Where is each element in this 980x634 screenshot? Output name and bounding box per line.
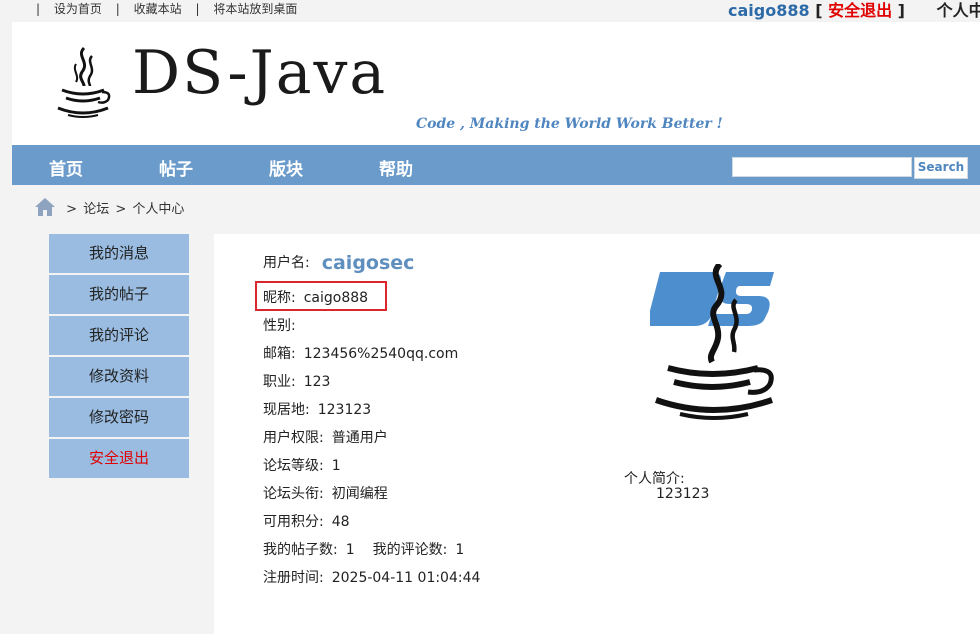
site-slogan: Code , Making the World Work Better !: [416, 116, 723, 132]
java-cup-icon: [54, 46, 112, 122]
bio-value: 123123: [656, 486, 710, 502]
comments-value: 1: [455, 542, 465, 558]
row-title: 论坛头衔: 初闻编程: [263, 483, 388, 503]
user-status: caigo888 [ 安全退出 ] 个人中心: [728, 0, 980, 21]
breadcrumb: > 论坛 > 个人中心: [34, 197, 186, 221]
home-icon[interactable]: [34, 197, 56, 221]
row-gender: 性别:: [263, 315, 304, 335]
breadcrumb-separator: >: [66, 202, 78, 217]
logout-link[interactable]: 安全退出: [828, 1, 892, 20]
points-label: 可用积分:: [263, 514, 324, 530]
nav-boards[interactable]: 版块: [269, 155, 303, 180]
current-username[interactable]: caigo888: [728, 1, 810, 20]
gender-label: 性别:: [263, 318, 296, 334]
level-value: 1: [331, 458, 341, 474]
location-label: 现居地:: [263, 402, 310, 418]
search-button[interactable]: Search: [914, 157, 968, 179]
bio-label: 个人简介:: [624, 471, 685, 487]
email-label: 邮箱:: [263, 346, 296, 362]
site-header: DS-Java Code , Making the World Work Bet…: [12, 22, 980, 145]
row-job: 职业: 123: [263, 371, 330, 391]
permission-label: 用户权限:: [263, 430, 324, 446]
permission-value: 普通用户: [331, 430, 388, 446]
comments-label: 我的评论数:: [372, 542, 448, 558]
top-links: | 设为首页 | 收藏本站 | 将本站放到桌面: [36, 0, 297, 17]
sidebar-item-my-comments[interactable]: 我的评论: [49, 316, 189, 355]
main-nav: 首页 帖子 版块 帮助 Search: [12, 145, 980, 185]
register-value: 2025-04-11 01:04:44: [331, 570, 481, 586]
row-nickname: 昵称: caigo888: [255, 281, 387, 311]
nav-help[interactable]: 帮助: [379, 155, 413, 180]
row-register: 注册时间: 2025-04-11 01:04:44: [263, 567, 480, 587]
username-value: caigosec: [321, 252, 415, 274]
email-value: 123456%2540qq.com: [303, 346, 459, 362]
row-level: 论坛等级: 1: [263, 455, 341, 475]
bookmark-link[interactable]: 收藏本站: [134, 0, 182, 17]
desktop-shortcut-link[interactable]: 将本站放到桌面: [213, 0, 297, 17]
row-email: 邮箱: 123456%2540qq.com: [263, 343, 458, 363]
title-value: 初闻编程: [331, 486, 388, 502]
user-center-link[interactable]: 个人中心: [937, 1, 980, 20]
avatar: [646, 261, 780, 433]
sidebar: 我的消息 我的帖子 我的评论 修改资料 修改密码 安全退出: [49, 234, 189, 480]
search-input[interactable]: [732, 157, 912, 177]
sidebar-item-messages[interactable]: 我的消息: [49, 234, 189, 273]
row-permission: 用户权限: 普通用户: [263, 427, 388, 447]
nav-posts[interactable]: 帖子: [159, 155, 193, 180]
row-counts: 我的帖子数: 1 我的评论数: 1: [263, 539, 464, 559]
row-points: 可用积分: 48: [263, 511, 350, 531]
bracket-close: ]: [897, 1, 905, 20]
title-label: 论坛头衔:: [263, 486, 324, 502]
profile-panel: 用户名: caigosec 昵称: caigo888 性别: 邮箱: 123456%2…: [214, 234, 980, 634]
separator: |: [36, 2, 41, 16]
sidebar-item-logout[interactable]: 安全退出: [49, 439, 189, 478]
nav-home[interactable]: 首页: [49, 155, 83, 180]
row-username: 用户名: caigosec: [263, 252, 414, 274]
posts-label: 我的帖子数:: [263, 542, 338, 558]
job-label: 职业:: [263, 374, 296, 390]
sidebar-item-my-posts[interactable]: 我的帖子: [49, 275, 189, 314]
posts-value: 1: [345, 542, 355, 558]
set-home-link[interactable]: 设为首页: [54, 0, 102, 17]
sidebar-item-edit-profile[interactable]: 修改资料: [49, 357, 189, 396]
site-logo-text[interactable]: DS-Java: [132, 38, 387, 108]
bracket-open: [: [815, 1, 823, 20]
highlight-box: [255, 281, 387, 311]
location-value: 123123: [317, 402, 372, 418]
register-label: 注册时间:: [263, 570, 324, 586]
breadcrumb-forum[interactable]: 论坛: [83, 202, 109, 217]
job-value: 123: [303, 374, 331, 390]
separator: |: [195, 2, 200, 16]
separator: |: [115, 2, 120, 16]
breadcrumb-separator: >: [115, 202, 127, 217]
username-label: 用户名:: [263, 255, 310, 271]
sidebar-item-change-password[interactable]: 修改密码: [49, 398, 189, 437]
top-bar: | 设为首页 | 收藏本站 | 将本站放到桌面 caigo888 [ 安全退出 …: [0, 0, 980, 21]
level-label: 论坛等级:: [263, 458, 324, 474]
points-value: 48: [331, 514, 350, 530]
breadcrumb-user-center: 个人中心: [132, 202, 185, 217]
row-location: 现居地: 123123: [263, 399, 371, 419]
